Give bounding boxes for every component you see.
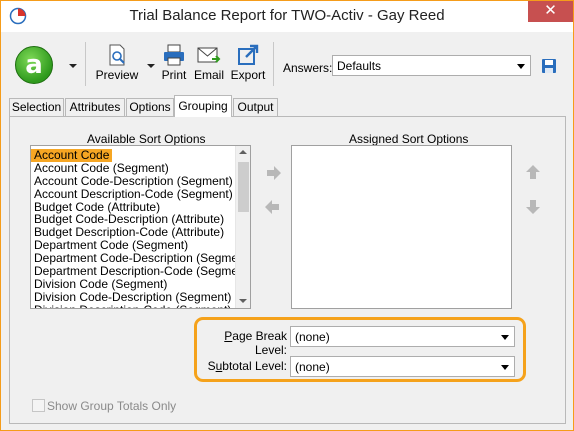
list-item[interactable]: Division Description-Code (Segment) xyxy=(31,303,236,308)
list-item-label: Account Code (Segment) xyxy=(34,160,169,175)
preview-label: Preview xyxy=(95,68,139,82)
preview-dropdown-icon[interactable] xyxy=(147,64,155,68)
list-item[interactable]: Division Code-Description (Segment) xyxy=(31,290,236,303)
preview-button[interactable]: Preview xyxy=(95,44,139,88)
scrollbar[interactable] xyxy=(235,146,250,308)
email-label: Email xyxy=(194,68,225,82)
list-item[interactable]: Department Description-Code (Segment) xyxy=(31,264,250,278)
list-item[interactable]: Account Code-Description (Segment) xyxy=(31,174,236,187)
list-item-label: Division Code (Segment) xyxy=(34,276,168,291)
add-arrow-icon[interactable] xyxy=(263,163,283,183)
move-up-arrow-icon[interactable] xyxy=(523,163,543,183)
print-label: Print xyxy=(161,68,187,82)
print-button[interactable]: Print xyxy=(159,44,189,88)
show-group-totals-label: Show Group Totals Only xyxy=(47,399,177,413)
chevron-down-icon xyxy=(517,64,525,69)
toolbar-separator xyxy=(273,42,274,86)
chevron-down-icon xyxy=(501,335,509,340)
available-sort-options-label: Available Sort Options xyxy=(87,132,206,146)
subtotal-level-label: Subtotal Level: xyxy=(207,359,287,373)
list-item-label: Account Code xyxy=(31,149,113,162)
export-icon xyxy=(238,44,259,65)
toolbar-separator xyxy=(85,42,86,86)
app-menu-button[interactable]: a xyxy=(15,46,53,84)
tab-label: Grouping xyxy=(178,99,228,113)
export-button[interactable]: Export xyxy=(229,44,267,88)
tab-attributes[interactable]: Attributes xyxy=(65,98,125,117)
tab-label: Output xyxy=(237,100,274,114)
close-button[interactable]: ✕ xyxy=(528,1,573,22)
list-item[interactable]: Account Description-Code (Segment) xyxy=(31,187,236,200)
page-break-level-select[interactable]: (none) xyxy=(290,326,515,347)
tab-selection[interactable]: Selection xyxy=(9,98,64,117)
page-break-level-value: (none) xyxy=(295,330,330,344)
list-item-label: Account Code-Description (Segment) xyxy=(34,173,233,188)
tab-label: Options xyxy=(129,100,171,114)
app-logo-letter: a xyxy=(25,50,43,80)
list-item-label: Department Description-Code (Segment) xyxy=(34,264,251,279)
list-item-label: Account Description-Code (Segment) xyxy=(34,186,233,201)
assigned-sort-options-label: Assigned Sort Options xyxy=(349,132,469,146)
tab-label: Selection xyxy=(11,100,62,114)
scroll-down-icon[interactable] xyxy=(239,299,247,303)
answers-label: Answers: xyxy=(283,61,333,75)
scroll-thumb[interactable] xyxy=(238,162,249,212)
move-down-arrow-icon[interactable] xyxy=(523,197,543,217)
list-item-label: Division Code-Description (Segment) xyxy=(34,289,232,304)
list-item[interactable]: Department Code (Segment) xyxy=(31,238,236,252)
list-item[interactable]: Division Code (Segment) xyxy=(31,277,236,290)
title-bar[interactable]: Trial Balance Report for TWO-Activ - Gay… xyxy=(1,1,573,32)
tab-options[interactable]: Options xyxy=(126,98,174,117)
tab-label: Attributes xyxy=(69,100,121,114)
window-title: Trial Balance Report for TWO-Activ - Gay… xyxy=(129,7,445,24)
page-break-level-label: Page Break Level: xyxy=(224,329,287,357)
close-icon: ✕ xyxy=(544,2,557,19)
toolbar: a Preview Print Email Export Answers: De… xyxy=(1,32,573,92)
subtotal-level-select[interactable]: (none) xyxy=(290,356,515,377)
tab-output[interactable]: Output xyxy=(233,98,278,117)
report-window: Trial Balance Report for TWO-Activ - Gay… xyxy=(0,0,574,431)
app-menu-dropdown-icon[interactable] xyxy=(69,64,77,68)
preview-icon xyxy=(109,44,125,66)
scroll-up-icon[interactable] xyxy=(239,150,247,154)
available-sort-options-list[interactable]: Account Code Account Code (Segment) Accoun… xyxy=(30,145,251,309)
printer-icon xyxy=(164,44,184,66)
assigned-sort-options-list[interactable] xyxy=(291,145,512,309)
export-label: Export xyxy=(230,68,266,82)
list-item[interactable]: Budget Description-Code (Attribute) xyxy=(31,225,236,239)
answers-select[interactable]: Defaults xyxy=(332,55,531,76)
answers-value: Defaults xyxy=(337,59,382,73)
remove-arrow-icon[interactable] xyxy=(263,197,283,217)
list-item[interactable]: Account Code (Segment) xyxy=(31,161,236,174)
subtotal-level-value: (none) xyxy=(295,360,330,374)
list-item[interactable]: Budget Code-Description (Attribute) xyxy=(31,212,236,226)
save-icon[interactable] xyxy=(541,58,557,74)
list-item[interactable]: Budget Code (Attribute) xyxy=(31,200,236,213)
list-item-label: Division Description-Code (Segment) xyxy=(31,303,231,308)
email-button[interactable]: Email xyxy=(194,44,224,88)
envelope-icon xyxy=(197,47,221,63)
show-group-totals-checkbox[interactable] xyxy=(32,399,45,412)
tab-grouping[interactable]: Grouping xyxy=(174,95,232,117)
chevron-down-icon xyxy=(501,365,509,370)
list-item[interactable]: Account Code xyxy=(31,148,236,162)
list-item[interactable]: Department Code-Description (Segment) xyxy=(31,251,250,265)
